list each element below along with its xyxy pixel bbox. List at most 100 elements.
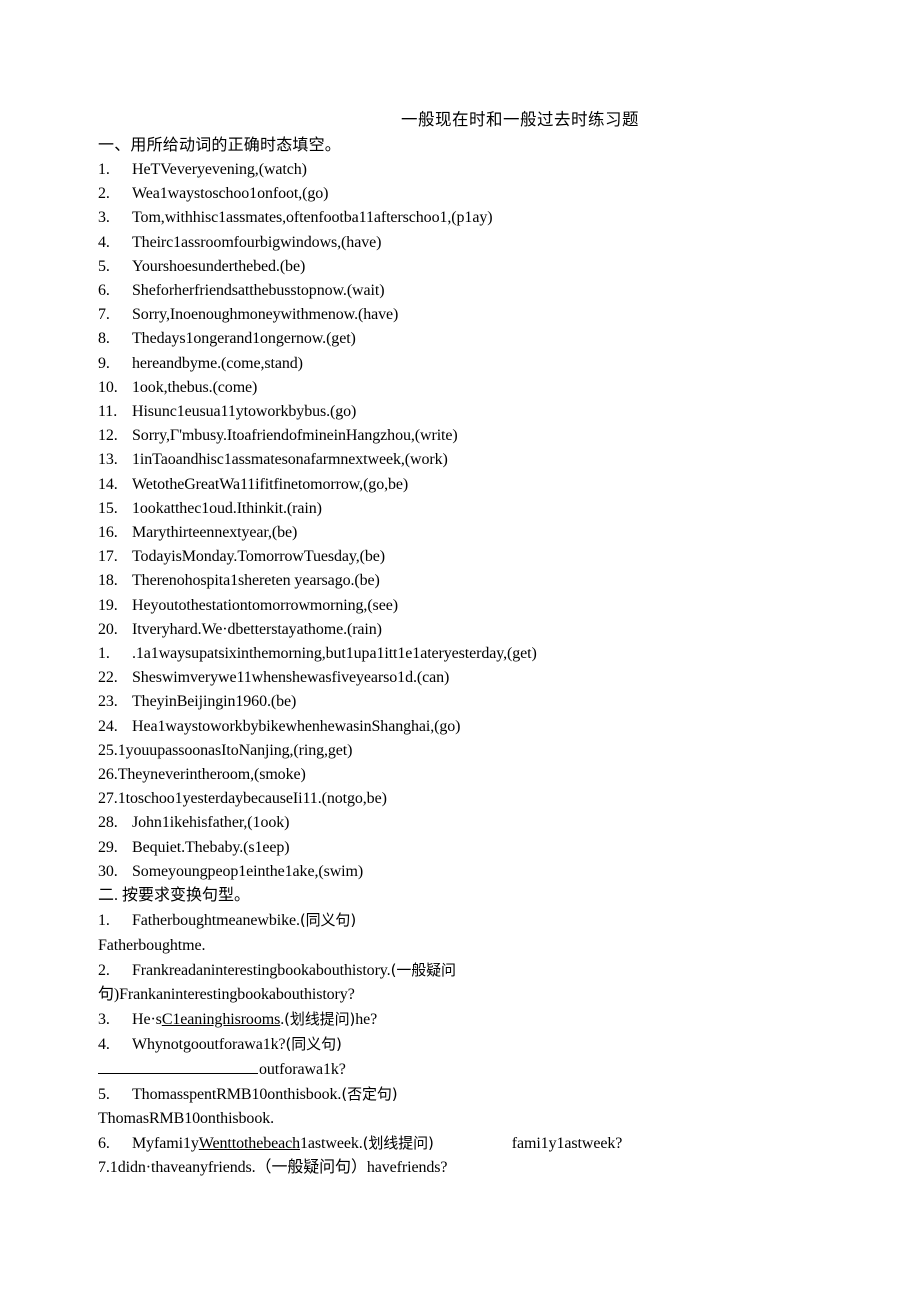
item-blank-tail: outforawa1k? — [259, 1060, 346, 1078]
question-item: 29. Bequiet.Thebaby.(s1eep) — [98, 836, 898, 860]
question-text: Thedays1ongerand1ongernow.(get) — [132, 330, 356, 348]
item-tail: he? — [355, 1011, 378, 1029]
transform-item: 4. Whynotgooutforawa1k?(同义句) — [98, 1032, 898, 1057]
item-wrap-text: 句)Frankaninterestingbookabouthistory? — [98, 985, 355, 1003]
question-text: Hea1waystoworkbybikewhenhewasinShanghai,… — [132, 717, 461, 735]
question-number: 15. — [98, 499, 118, 517]
question-item: 30. Someyoungpeop1einthe1ake,(swim) — [98, 860, 898, 884]
question-text: 1inTaoandhisc1assmatesonafarmnextweek,(w… — [132, 451, 448, 469]
item-sentence: ThomasspentRMB10onthisbook. — [132, 1085, 342, 1103]
item-instruction: (否定句) — [341, 1084, 398, 1103]
question-text: Sheforherfriendsatthebusstopnow.(wait) — [132, 282, 385, 300]
question-text: .1a1waysupatsixinthemorning,but1upa1itt1… — [132, 645, 537, 663]
question-text: Theyneverintheroom,(smoke) — [117, 766, 306, 784]
question-item: 12. Sorry,Г'mbusy.ItoafriendofmineinHangz… — [98, 424, 898, 448]
question-item: 25.1youupassoonasItoNanjing,(ring,get) — [98, 739, 898, 763]
question-item: 17. TodayisMonday.TomorrowTuesday,(be) — [98, 545, 898, 569]
question-number: 25. — [98, 741, 118, 759]
item-sentence-prefix: Myfami1y — [132, 1135, 199, 1153]
question-text: 1ookatthec1oud.Ithinkit.(rain) — [132, 499, 322, 517]
question-number: 26. — [98, 766, 118, 784]
item-sentence: Whynotgooutforawa1k? — [132, 1036, 286, 1054]
question-number: 10. — [98, 378, 118, 396]
item-number: 5. — [98, 1085, 110, 1103]
question-number: 9. — [98, 354, 110, 372]
transform-item: 2. Frankreadaninterestingbookabouthistory… — [98, 958, 898, 983]
question-number: 8. — [98, 330, 110, 348]
question-item: 24. Hea1waystoworkbybikewhenhewasinShangh… — [98, 715, 898, 739]
question-number: 19. — [98, 596, 118, 614]
question-item: 22. Sheswimverywe11whenshewasfiveyearso1d… — [98, 666, 898, 690]
question-text: 1youupassoonasItoNanjing,(ring,get) — [117, 741, 353, 759]
question-number: 29. — [98, 838, 118, 856]
question-item: 20. Itveryhard.We·dbetterstayathome.(rain… — [98, 618, 898, 642]
question-item: 4. Theirc1assroomfourbigwindows,(have) — [98, 231, 898, 255]
question-item: 27.1toschoo1yesterdaybecauseIi11.(notgo,… — [98, 787, 898, 811]
question-text: TodayisMonday.TomorrowTuesday,(be) — [132, 548, 385, 566]
transform-item: 6. Myfami1yWenttothebeach1astweek.(划线提问) f… — [98, 1131, 898, 1156]
question-item: 16. Marythirteennextyear,(be) — [98, 521, 898, 545]
underlined-phrase: Wenttothebeach — [198, 1135, 301, 1153]
question-item: 11. Hisunc1eusua11ytoworkbybus.(go) — [98, 400, 898, 424]
question-text: WetotheGreatWa11ifitfinetomorrow,(go,be) — [132, 475, 409, 493]
question-text: Sorry,Inoenoughmoneywithmenow.(have) — [132, 306, 399, 324]
item-sentence: Frankreadaninterestingbookabouthistory. — [132, 961, 391, 979]
question-number: 5. — [98, 257, 110, 275]
question-text: Yourshoesunderthebed.(be) — [132, 257, 306, 275]
question-number: 3. — [98, 209, 110, 227]
question-number: 14. — [98, 475, 118, 493]
question-item: 5. Yourshoesunderthebed.(be) — [98, 255, 898, 279]
question-item: 1. HeTVeveryevening,(watch) — [98, 158, 898, 182]
question-item: 7. Sorry,Inoenoughmoneywithmenow.(have) — [98, 303, 898, 327]
item-number: 6. — [98, 1135, 110, 1153]
question-text: Someyoungpeop1einthe1ake,(swim) — [132, 862, 364, 880]
item-number: 2. — [98, 961, 110, 979]
question-text: Tom,withhisc1assmates,oftenfootba11after… — [132, 209, 493, 227]
question-number: 22. — [98, 669, 118, 687]
question-number: 28. — [98, 814, 118, 832]
section-one-heading: 一、用所给动词的正确时态填空。 — [98, 137, 342, 154]
question-number: 23. — [98, 693, 118, 711]
transform-item: 7.1didn·thaveanyfriends.（一般疑问句）havefrien… — [98, 1156, 898, 1180]
transform-answer-line: Fatherboughtme. — [98, 936, 206, 954]
question-number: 11. — [98, 403, 118, 421]
question-number: 13. — [98, 451, 118, 469]
transform-item: 1. Fatherboughtmeanewbike.(同义句) — [98, 908, 898, 933]
question-text: Hisunc1eusua11ytoworkbybus.(go) — [132, 403, 357, 421]
transform-answer-line: ThomasRMB10onthisbook. — [98, 1109, 275, 1127]
question-item: 28. John1ikehisfather,(1ook) — [98, 811, 898, 835]
question-item: 2. Wea1waystoschoo1onfoot,(go) — [98, 182, 898, 206]
item-sentence: Fatherboughtmeanewbike. — [132, 912, 300, 930]
question-item: 10. 1ook,thebus.(come) — [98, 376, 898, 400]
document-page: 一般现在时和一般过去时练习题 一、用所给动词的正确时态填空。 1. HeTVeve… — [0, 0, 920, 1301]
question-number: 2. — [98, 185, 110, 203]
fill-in-blank-rule[interactable] — [98, 1059, 258, 1074]
transform-answer-line: 句)Frankaninterestingbookabouthistory? — [98, 983, 898, 1007]
question-text: 1ook,thebus.(come) — [132, 378, 258, 396]
question-text: Sorry,Г'mbusy.ItoafriendofmineinHangzhou… — [132, 427, 458, 445]
question-text: Heyoutothestationtomorrowmorning,(see) — [132, 596, 398, 614]
question-text: Theirc1assroomfourbigwindows,(have) — [132, 233, 382, 251]
item-instruction: (划线提问) — [284, 1010, 356, 1029]
question-number: 16. — [98, 524, 118, 542]
section-two-heading: 二. 按要求变换句型。 — [98, 887, 251, 905]
question-number: 17. — [98, 548, 118, 566]
question-number: 4. — [98, 233, 110, 251]
question-item: 9. hereandbyme.(come,stand) — [98, 352, 898, 376]
question-text: Itveryhard.We·dbetterstayathome.(rain) — [132, 620, 382, 638]
item-number: 3. — [98, 1011, 110, 1029]
question-number: 1. — [98, 645, 110, 663]
question-item: 3. Tom,withhisc1assmates,oftenfootba11aft… — [98, 206, 898, 230]
question-text: TheyinBeijingin1960.(be) — [132, 693, 297, 711]
item-tail: fami1y1astweek? — [511, 1135, 623, 1153]
transform-answer-line: outforawa1k? — [98, 1058, 898, 1082]
transform-item: 5. ThomasspentRMB10onthisbook.(否定句) — [98, 1082, 898, 1107]
question-item: 26.Theyneverintheroom,(smoke) — [98, 763, 898, 787]
question-number: 7. — [98, 306, 110, 324]
item-instruction: (同义句) — [299, 911, 357, 930]
question-number: 6. — [98, 282, 110, 300]
item-full-text: 7.1didn·thaveanyfriends.（一般疑问句）havefrien… — [98, 1159, 448, 1177]
question-item: 19. Heyoutothestationtomorrowmorning,(see… — [98, 594, 898, 618]
question-item: 13. 1inTaoandhisc1assmatesonafarmnextweek… — [98, 448, 898, 472]
question-text: Bequiet.Thebaby.(s1eep) — [132, 838, 290, 856]
